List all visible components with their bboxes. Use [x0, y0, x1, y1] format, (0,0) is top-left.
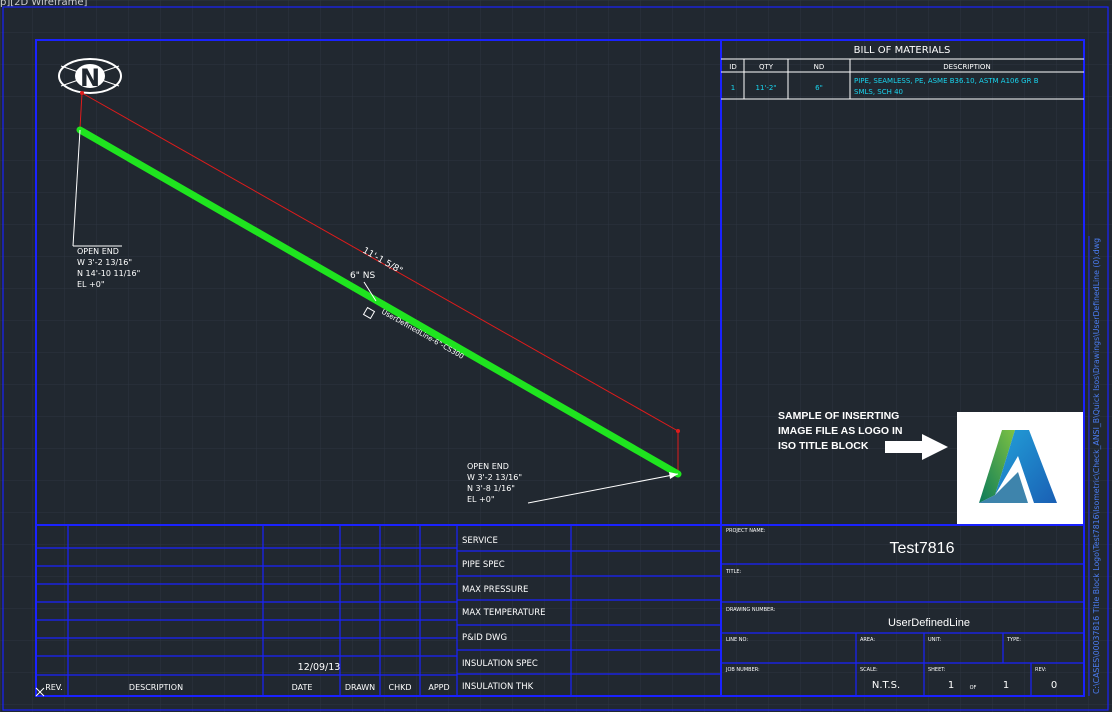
- insulation-thk-label: INSULATION THK: [462, 682, 534, 692]
- chkd-header: CHKD: [388, 683, 411, 692]
- drawing-number[interactable]: UserDefinedLine: [888, 617, 970, 629]
- bom-header-id: ID: [729, 63, 736, 71]
- bom-title: BILL OF MATERIALS: [854, 45, 951, 56]
- open-end-top-line4: EL +0": [77, 280, 105, 289]
- open-end-bottom-line2: W 3'-2 13/16": [467, 473, 522, 482]
- description-header: DESCRIPTION: [129, 683, 183, 692]
- cad-viewport[interactable]: p][2D Wireframe] BILL OF MATERIALS ID QT…: [0, 0, 1112, 712]
- revision-date: 12/09/13: [298, 662, 341, 673]
- open-end-top-line3: N 14'-10 11/16": [77, 269, 140, 278]
- north-letter: N: [80, 64, 100, 92]
- pipe-spec-label: PIPE SPEC: [462, 560, 505, 570]
- bom-header-qty: QTY: [759, 63, 774, 71]
- grid: [0, 0, 1112, 712]
- rev-header: REV.: [45, 683, 63, 692]
- title-label: TITLE:: [725, 569, 742, 575]
- size-label[interactable]: 6" NS: [350, 271, 375, 281]
- scale-value: N.T.S.: [872, 680, 900, 691]
- drawn-header: DRAWN: [345, 683, 375, 692]
- job-number-label: JOB NUMBER:: [725, 667, 760, 673]
- pid-dwg-label: P&ID DWG: [462, 633, 507, 643]
- autodesk-logo[interactable]: [957, 412, 1083, 524]
- drawing-number-label: DRAWING NUMBER:: [726, 607, 776, 613]
- appd-header: APPD: [428, 683, 449, 692]
- bom-header-nd: ND: [814, 63, 825, 71]
- bom-row-qty: 11'-2": [755, 84, 776, 92]
- scale-label: SCALE:: [860, 667, 878, 673]
- bom-row-description-cont: SMLS, SCH 40: [854, 88, 903, 96]
- logo-note-line3: ISO TITLE BLOCK: [778, 440, 869, 452]
- open-end-top-line1: OPEN END: [77, 247, 119, 256]
- open-end-top-line2: W 3'-2 13/16": [77, 258, 132, 267]
- bom-header-description: DESCRIPTION: [943, 63, 990, 71]
- max-pressure-label: MAX PRESSURE: [462, 585, 528, 595]
- bom-row-id: 1: [731, 84, 735, 92]
- area-label: AREA:: [860, 637, 875, 643]
- project-name[interactable]: Test7816: [890, 540, 955, 557]
- service-label: SERVICE: [462, 536, 498, 546]
- unit-label: UNIT:: [928, 637, 941, 643]
- date-header: DATE: [292, 683, 313, 692]
- open-end-bottom-line3: N 3'-8 1/16": [467, 484, 515, 493]
- drawing-canvas[interactable]: p][2D Wireframe] BILL OF MATERIALS ID QT…: [0, 0, 1112, 712]
- project-name-label: PROJECT NAME:: [726, 528, 766, 534]
- file-path: C:\CASES\00037816 Title Block Logo\Test7…: [1092, 238, 1101, 694]
- sheet-total: 1: [1003, 680, 1009, 691]
- sheet-label: SHEET:: [928, 667, 946, 673]
- logo-note-line2: IMAGE FILE AS LOGO IN: [778, 425, 902, 437]
- max-temperature-label: MAX TEMPERATURE: [462, 608, 545, 618]
- bom-row-nd: 6": [815, 84, 823, 92]
- logo-note-line1: SAMPLE OF INSERTING: [778, 410, 899, 422]
- bom-row-description: PIPE, SEAMLESS, PE, ASME B36.10, ASTM A1…: [854, 77, 1039, 85]
- line-no-label: LINE NO:: [726, 637, 748, 643]
- sheet-value: 1: [948, 680, 954, 691]
- open-end-bottom-line1: OPEN END: [467, 462, 509, 471]
- rev-value: 0: [1051, 680, 1057, 691]
- rev-label: REV:: [1035, 667, 1047, 673]
- insulation-spec-label: INSULATION SPEC: [462, 659, 538, 669]
- of-label: OF: [970, 685, 977, 691]
- type-label: TYPE:: [1006, 637, 1021, 643]
- open-end-bottom-line4: EL +0": [467, 495, 495, 504]
